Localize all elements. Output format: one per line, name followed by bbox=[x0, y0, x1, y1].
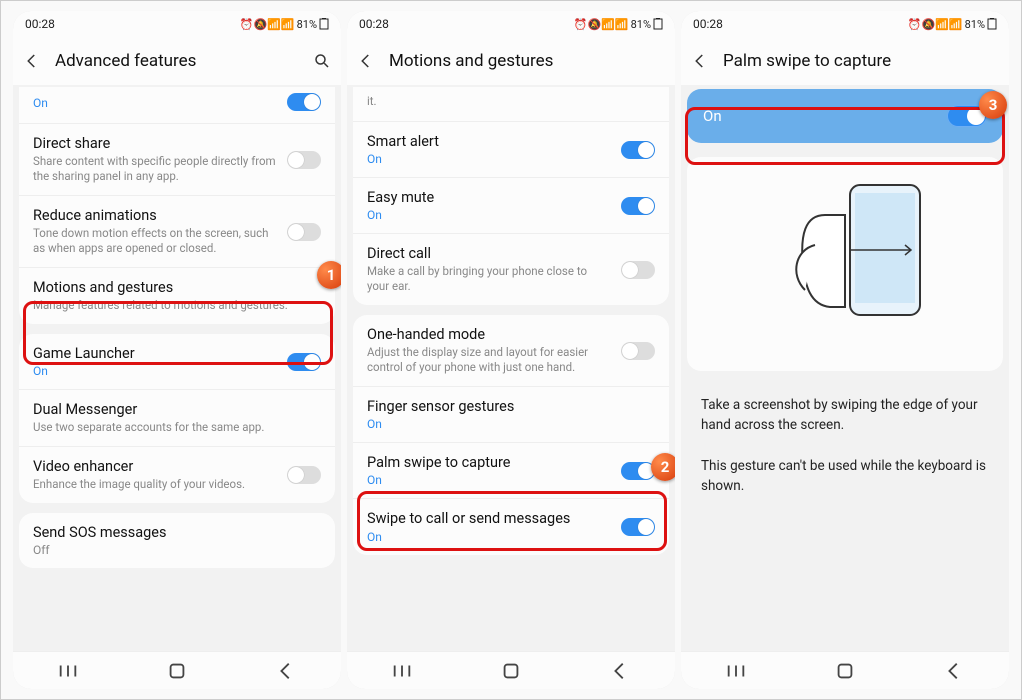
setting-row-send-sos[interactable]: Send SOS messages Off bbox=[19, 513, 335, 568]
back-nav-icon[interactable] bbox=[943, 660, 965, 682]
status-time: 00:28 bbox=[359, 17, 389, 31]
step-badge-1: 1 bbox=[317, 261, 341, 289]
settings-card: it. Smart alert On Easy mute On bbox=[353, 87, 669, 305]
description-text-1: Take a screenshot by swiping the edge of… bbox=[681, 381, 1009, 450]
toggle-switch[interactable] bbox=[287, 223, 321, 241]
setting-row-easy-mute[interactable]: Easy mute On bbox=[353, 178, 669, 234]
setting-row-game-launcher[interactable]: Game Launcher On bbox=[19, 334, 335, 390]
setting-row-palm-swipe[interactable]: Palm swipe to capture On bbox=[353, 443, 669, 499]
content-scroll[interactable]: On Take a screenshot by swiping the edge… bbox=[681, 85, 1009, 651]
setting-row-reduce-animations[interactable]: Reduce animations Tone down motion effec… bbox=[19, 196, 335, 268]
toggle-switch[interactable] bbox=[287, 93, 321, 111]
nav-bar bbox=[347, 651, 675, 689]
settings-card: Send SOS messages Off bbox=[19, 513, 335, 568]
page-title: Advanced features bbox=[55, 51, 299, 71]
home-icon[interactable] bbox=[166, 660, 188, 682]
setting-row-direct-share[interactable]: Direct share Share content with specific… bbox=[19, 124, 335, 196]
setting-row-truncated[interactable]: On bbox=[19, 87, 335, 124]
settings-card: One-handed mode Adjust the display size … bbox=[353, 315, 669, 554]
app-bar: Advanced features bbox=[13, 37, 341, 85]
nav-bar bbox=[681, 651, 1009, 689]
status-icons: ⏰🔕📶📶 81% bbox=[240, 18, 329, 31]
battery-icon bbox=[987, 18, 997, 30]
step-badge-3: 3 bbox=[979, 91, 1007, 119]
toggle-switch[interactable] bbox=[287, 353, 321, 371]
page-title: Motions and gestures bbox=[389, 51, 665, 71]
setting-row-swipe-call[interactable]: Swipe to call or send messages On bbox=[353, 499, 669, 554]
setting-row-video-enhancer[interactable]: Video enhancer Enhance the image quality… bbox=[19, 447, 335, 503]
master-toggle-label: On bbox=[703, 107, 722, 125]
settings-card: Game Launcher On Dual Messenger Use two … bbox=[19, 334, 335, 503]
toggle-switch[interactable] bbox=[287, 466, 321, 484]
status-time: 00:28 bbox=[693, 17, 723, 31]
setting-row-direct-call[interactable]: Direct call Make a call by bringing your… bbox=[353, 234, 669, 305]
state-label: On bbox=[33, 96, 277, 110]
toggle-switch[interactable] bbox=[287, 151, 321, 169]
gesture-illustration bbox=[687, 157, 1003, 371]
step-badge-2: 2 bbox=[651, 453, 675, 481]
home-icon[interactable] bbox=[500, 660, 522, 682]
status-bar: 00:28 ⏰🔕📶📶 81% bbox=[681, 11, 1009, 37]
toggle-switch[interactable] bbox=[621, 141, 655, 159]
back-nav-icon[interactable] bbox=[609, 660, 631, 682]
content-scroll[interactable]: it. Smart alert On Easy mute On bbox=[347, 85, 675, 651]
setting-row-dual-messenger[interactable]: Dual Messenger Use two separate accounts… bbox=[19, 390, 335, 447]
back-icon[interactable] bbox=[23, 52, 41, 70]
battery-icon bbox=[653, 18, 663, 30]
back-icon[interactable] bbox=[691, 52, 709, 70]
settings-card: On Direct share Share content with speci… bbox=[19, 87, 335, 324]
setting-row-one-handed[interactable]: One-handed mode Adjust the display size … bbox=[353, 315, 669, 387]
back-nav-icon[interactable] bbox=[275, 660, 297, 682]
nav-bar bbox=[13, 651, 341, 689]
page-title: Palm swipe to capture bbox=[723, 51, 999, 71]
palm-swipe-icon bbox=[755, 175, 935, 325]
setting-row-motions-gestures[interactable]: Motions and gestures Manage features rel… bbox=[19, 268, 335, 324]
app-bar: Motions and gestures bbox=[347, 37, 675, 85]
toggle-switch[interactable] bbox=[621, 462, 655, 480]
phone-palm-swipe: 00:28 ⏰🔕📶📶 81% Palm swipe to capture On bbox=[681, 11, 1009, 689]
setting-row-smart-alert[interactable]: Smart alert On bbox=[353, 122, 669, 178]
recents-icon[interactable] bbox=[57, 660, 79, 682]
toggle-switch[interactable] bbox=[621, 342, 655, 360]
status-bar: 00:28 ⏰🔕📶📶 81% bbox=[347, 11, 675, 37]
battery-icon bbox=[319, 18, 329, 30]
status-time: 00:28 bbox=[25, 17, 55, 31]
status-icons: ⏰🔕📶📶 81% bbox=[574, 18, 663, 31]
setting-row-truncated[interactable]: it. bbox=[353, 87, 669, 122]
recents-icon[interactable] bbox=[725, 660, 747, 682]
master-toggle-row[interactable]: On bbox=[687, 89, 1003, 143]
back-icon[interactable] bbox=[357, 52, 375, 70]
status-bar: 00:28 ⏰🔕📶📶 81% bbox=[13, 11, 341, 37]
home-icon[interactable] bbox=[834, 660, 856, 682]
setting-row-finger-sensor[interactable]: Finger sensor gestures On bbox=[353, 387, 669, 443]
recents-icon[interactable] bbox=[391, 660, 413, 682]
content-scroll[interactable]: On Direct share Share content with speci… bbox=[13, 85, 341, 651]
status-icons: ⏰🔕📶📶 81% bbox=[908, 18, 997, 31]
phone-advanced-features: 00:28 ⏰🔕📶📶 81% Advanced features On Dire bbox=[13, 11, 341, 689]
phone-motions-gestures: 00:28 ⏰🔕📶📶 81% Motions and gestures it. … bbox=[347, 11, 675, 689]
toggle-switch[interactable] bbox=[621, 261, 655, 279]
toggle-switch[interactable] bbox=[621, 197, 655, 215]
toggle-switch[interactable] bbox=[621, 518, 655, 536]
app-bar: Palm swipe to capture bbox=[681, 37, 1009, 85]
search-icon[interactable] bbox=[313, 52, 331, 70]
description-text-2: This gesture can't be used while the key… bbox=[681, 456, 1009, 511]
